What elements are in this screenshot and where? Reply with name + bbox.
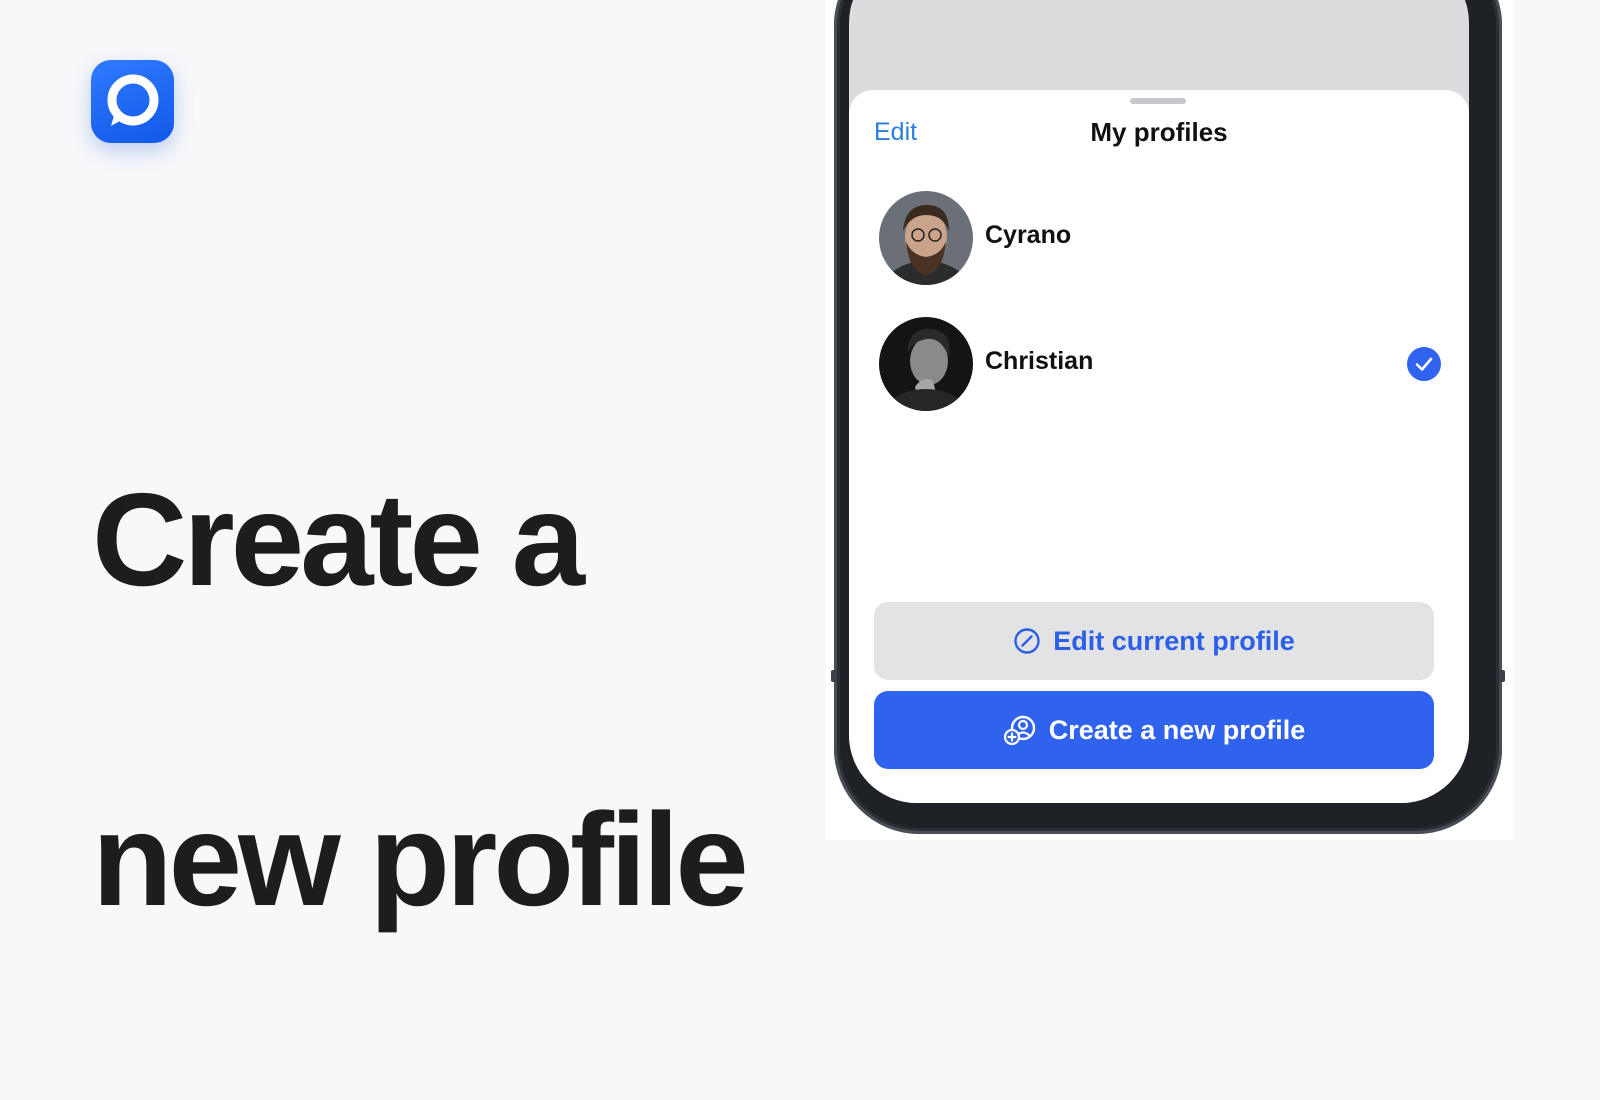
checkmark-icon — [1407, 347, 1441, 381]
sheet-title: My profiles — [1090, 117, 1228, 147]
side-button — [1499, 670, 1505, 682]
page-headline: Create a new profile — [92, 300, 749, 1100]
avatar — [879, 317, 973, 411]
app-logo — [91, 60, 174, 143]
profile-name: Cyrano — [985, 221, 1072, 249]
phone-mockup: Edit My profiles Cyrano Christian Edit c… — [826, 0, 1514, 840]
profile-row-cyrano[interactable]: Cyrano — [879, 191, 1439, 287]
side-button — [831, 670, 837, 682]
headline-line-2: new profile — [92, 786, 749, 933]
sheet-grabber[interactable] — [1130, 98, 1186, 104]
pencil-circle-icon — [1014, 628, 1040, 654]
chat-bubble-icon — [107, 74, 159, 126]
create-new-profile-button[interactable]: Create a new profile — [874, 691, 1434, 769]
add-profile-icon — [1003, 715, 1035, 746]
create-new-profile-label: Create a new profile — [1048, 714, 1306, 745]
headline-line-1: Create a — [92, 466, 585, 613]
edit-current-profile-button[interactable]: Edit current profile — [874, 602, 1434, 680]
edit-current-profile-label: Edit current profile — [1053, 625, 1295, 656]
profiles-sheet: Edit My profiles Cyrano Christian Edit c… — [849, 90, 1469, 803]
profile-name: Christian — [985, 347, 1094, 375]
profile-row-christian[interactable]: Christian — [879, 317, 1441, 413]
avatar — [879, 191, 973, 285]
phone-screen: Edit My profiles Cyrano Christian Edit c… — [849, 0, 1469, 803]
